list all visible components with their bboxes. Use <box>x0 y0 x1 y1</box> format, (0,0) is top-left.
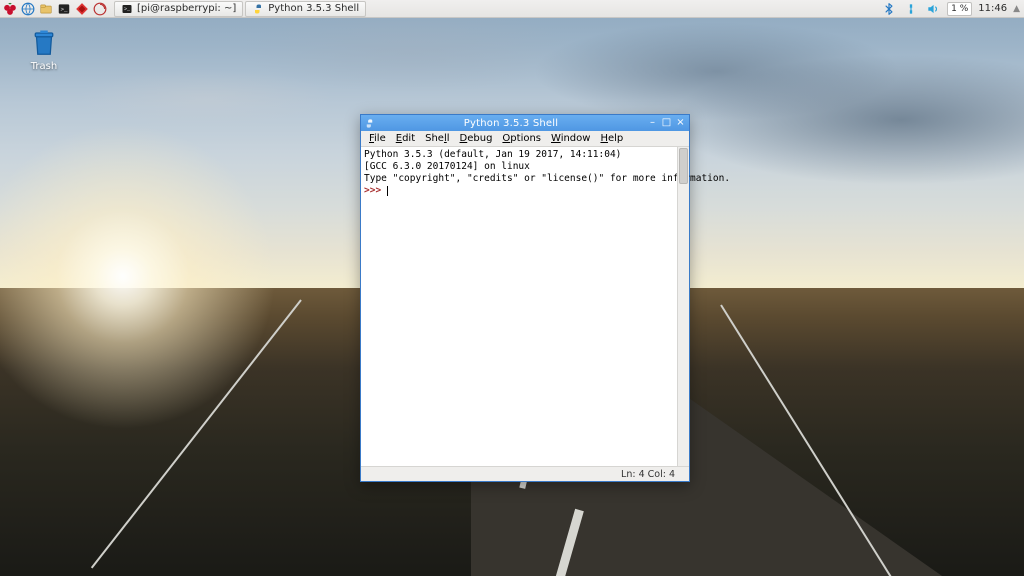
file-manager-icon[interactable] <box>38 1 54 17</box>
desktop-icon-label: Trash <box>20 61 68 72</box>
tray-overflow-icon[interactable]: ▲ <box>1013 4 1020 14</box>
menu-debug[interactable]: Debug <box>455 132 498 145</box>
window-maximize-button[interactable]: □ <box>661 118 672 129</box>
statusbar: Ln: 4 Col: 4 <box>361 466 689 481</box>
trash-icon <box>29 50 59 61</box>
menu-options[interactable]: Options <box>497 132 546 145</box>
text-cursor <box>387 186 388 196</box>
system-tray: 1 % 11:46 ▲ <box>881 1 1022 17</box>
menu-help[interactable]: Help <box>595 132 628 145</box>
menu-window[interactable]: Window <box>546 132 595 145</box>
shell-prompt: >>> <box>364 185 387 196</box>
utility-icon[interactable] <box>92 1 108 17</box>
mathematica-icon[interactable] <box>74 1 90 17</box>
taskbar: >_ >_ [pi@raspberrypi: ~] Python 3.5.3 S… <box>0 0 1024 18</box>
terminal-icon: >_ <box>121 3 133 15</box>
network-icon[interactable] <box>903 1 919 17</box>
python-icon <box>364 118 375 129</box>
shell-banner-line: Python 3.5.3 (default, Jan 19 2017, 14:1… <box>364 149 621 160</box>
cursor-position: Ln: 4 Col: 4 <box>621 469 675 480</box>
battery-indicator[interactable]: 1 % <box>947 2 972 16</box>
bluetooth-icon[interactable] <box>881 1 897 17</box>
shell-banner-line: Type "copyright", "credits" or "license(… <box>364 173 730 184</box>
window-titlebar[interactable]: Python 3.5.3 Shell – □ × <box>361 115 689 131</box>
taskbar-task-label: Python 3.5.3 Shell <box>268 3 359 14</box>
scrollbar-thumb[interactable] <box>679 148 688 184</box>
window-title: Python 3.5.3 Shell <box>379 118 643 129</box>
taskbar-task-terminal[interactable]: >_ [pi@raspberrypi: ~] <box>114 1 243 17</box>
shell-text-area[interactable]: Python 3.5.3 (default, Jan 19 2017, 14:1… <box>361 147 689 466</box>
menu-file[interactable]: File <box>364 132 391 145</box>
taskbar-task-label: [pi@raspberrypi: ~] <box>137 3 236 14</box>
terminal-launcher-icon[interactable]: >_ <box>56 1 72 17</box>
shell-banner-line: [GCC 6.3.0 20170124] on linux <box>364 161 530 172</box>
svg-text:>_: >_ <box>61 5 68 12</box>
menu-edit[interactable]: Edit <box>391 132 420 145</box>
window-minimize-button[interactable]: – <box>647 118 658 129</box>
desktop-icon-trash[interactable]: Trash <box>20 28 68 72</box>
battery-percent: 1 % <box>951 4 968 14</box>
volume-icon[interactable] <box>925 1 941 17</box>
menu-shell[interactable]: Shell <box>420 132 454 145</box>
svg-text:>_: >_ <box>124 6 131 12</box>
menubar: File Edit Shell Debug Options Window Hel… <box>361 131 689 147</box>
python-shell-window: Python 3.5.3 Shell – □ × File Edit Shell… <box>360 114 690 482</box>
python-icon <box>252 3 264 15</box>
taskbar-task-python-shell[interactable]: Python 3.5.3 Shell <box>245 1 366 17</box>
browser-icon[interactable] <box>20 1 36 17</box>
clock[interactable]: 11:46 <box>978 3 1007 14</box>
vertical-scrollbar[interactable] <box>677 147 689 466</box>
start-menu-icon[interactable] <box>2 1 18 17</box>
window-close-button[interactable]: × <box>675 118 686 129</box>
